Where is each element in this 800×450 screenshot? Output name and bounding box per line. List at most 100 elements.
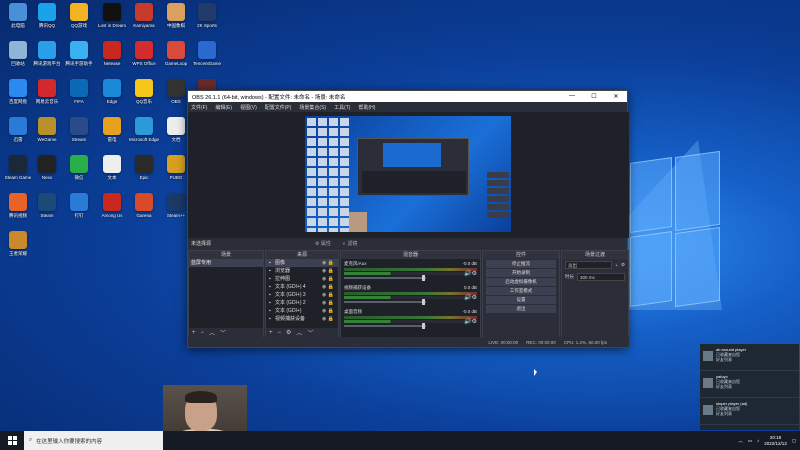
- add-icon[interactable]: +: [269, 330, 273, 336]
- control-button[interactable]: 停止推流: [486, 260, 556, 268]
- desktop-icon[interactable]: 中国象棋: [161, 3, 191, 41]
- desktop-icon[interactable]: Stream: [64, 117, 94, 155]
- visibility-lock-icon[interactable]: ◉ 🔒: [322, 307, 334, 315]
- desktop-icon[interactable]: 王者荣耀: [3, 231, 33, 269]
- transition-select[interactable]: 淡出: [565, 261, 613, 269]
- desktop-icon[interactable]: 腾讯QQ: [32, 3, 62, 41]
- desktop-icon[interactable]: Lost in Dream: [97, 3, 127, 41]
- visibility-lock-icon[interactable]: ◉ 🔒: [322, 267, 334, 275]
- source-item[interactable]: ▪ 文本 (GDI+) 3 ◉ 🔒: [266, 291, 338, 299]
- desktop-icon[interactable]: Garena: [129, 193, 159, 231]
- taskbar-search[interactable]: ⌕ 在这里输入你要搜索的内容: [24, 431, 163, 450]
- menu-scene-collection[interactable]: 场景集合(S): [299, 104, 326, 111]
- desktop-icon[interactable]: 2K Sports: [192, 3, 222, 41]
- close-icon[interactable]: ✕: [605, 93, 627, 100]
- menu-tools[interactable]: 工具(T): [334, 104, 350, 111]
- source-item[interactable]: ▪ 文本 (GDI+) 4 ◉ 🔒: [266, 283, 338, 291]
- desktop-icon[interactable]: 百度网盘: [3, 79, 33, 117]
- desktop-icon[interactable]: WPS Office: [129, 41, 159, 79]
- desktop-icon[interactable]: 回收站: [3, 41, 33, 79]
- up-icon[interactable]: ︿: [296, 328, 302, 337]
- menu-file[interactable]: 文件(F): [191, 104, 207, 111]
- source-item[interactable]: ▪ 视频捕获设备 ◉ 🔒: [266, 315, 338, 323]
- network-icon[interactable]: ▭: [748, 438, 752, 444]
- scene-item[interactable]: 蓝屏专用: [189, 259, 263, 267]
- control-button[interactable]: 开始录制: [486, 269, 556, 277]
- speaker-gear-icon[interactable]: 🔊⚙: [464, 294, 477, 301]
- desktop-icon[interactable]: QQ游戏: [64, 3, 94, 41]
- desktop-icon[interactable]: 钉钉: [64, 193, 94, 231]
- menu-edit[interactable]: 编辑(E): [215, 104, 232, 111]
- desktop-icon[interactable]: TencentGame: [192, 41, 222, 79]
- notification-center-icon[interactable]: ▢: [792, 438, 796, 444]
- desktop-icon[interactable]: 文本: [97, 155, 127, 193]
- desktop-icon[interactable]: Steam: [32, 193, 62, 231]
- desktop-icon[interactable]: WeGame: [32, 117, 62, 155]
- control-button[interactable]: 设置: [486, 296, 556, 304]
- duration-input[interactable]: 300 ms: [577, 273, 625, 281]
- minimize-icon[interactable]: —: [561, 93, 583, 100]
- desktop-icon[interactable]: Microsoft Edge: [129, 117, 159, 155]
- desktop-icon[interactable]: 雷电: [97, 117, 127, 155]
- desktop-icon[interactable]: FIFA: [64, 79, 94, 117]
- notification-item[interactable]: ab around player 已收藏来自您 好友列表: [700, 344, 799, 371]
- visibility-lock-icon[interactable]: ◉ 🔒: [322, 315, 334, 323]
- add-icon[interactable]: +: [192, 330, 196, 336]
- source-item[interactable]: ▪ 文本 (GDI+) ◉ 🔒: [266, 307, 338, 315]
- desktop-icon[interactable]: 迅雷: [3, 117, 33, 155]
- control-button[interactable]: 工作室模式: [486, 287, 556, 295]
- desktop-icon[interactable]: 此电脑: [3, 3, 33, 41]
- source-item[interactable]: ▪ 浏览器 ◉ 🔒: [266, 267, 338, 275]
- speaker-gear-icon[interactable]: 🔊⚙: [464, 270, 477, 277]
- desktop-icon[interactable]: GameLoop: [161, 41, 191, 79]
- desktop-icon[interactable]: Nexx: [32, 155, 62, 193]
- clock[interactable]: 20:18 2022/12/13: [764, 435, 787, 447]
- desktop-icon[interactable]: 网易云音乐: [32, 79, 62, 117]
- preview-canvas[interactable]: [305, 116, 511, 232]
- remove-icon[interactable]: −: [201, 330, 205, 336]
- down-icon[interactable]: ﹀: [307, 328, 313, 337]
- desktop-icon[interactable]: Epic: [129, 155, 159, 193]
- desktop-icon[interactable]: 腾讯手游助手: [64, 41, 94, 79]
- menu-view[interactable]: 视图(V): [240, 104, 257, 111]
- visibility-lock-icon[interactable]: ◉ 🔒: [322, 283, 334, 291]
- visibility-lock-icon[interactable]: ◉ 🔒: [322, 275, 334, 283]
- volume-icon[interactable]: ♪: [757, 438, 759, 443]
- source-item[interactable]: ▪ 拉伸图 ◉ 🔒: [266, 275, 338, 283]
- up-icon[interactable]: ︿: [209, 328, 215, 337]
- notification-item[interactable]: yatoyo 已收藏来自您 好友列表: [700, 371, 799, 398]
- source-item[interactable]: ▪ 图像 ◉ 🔒: [266, 259, 338, 267]
- desktop-icon[interactable]: Netease: [97, 41, 127, 79]
- desktop-icon[interactable]: Kamiyama: [129, 3, 159, 41]
- desktop-icon[interactable]: Edge: [97, 79, 127, 117]
- menu-profile[interactable]: 配置文件(P): [265, 104, 292, 111]
- desktop-icon[interactable]: 腾讯游戏平台: [32, 41, 62, 79]
- properties-button[interactable]: ⚙ 属性: [315, 240, 331, 247]
- desktop-icon[interactable]: Steam Game: [3, 155, 33, 193]
- desktop-icon[interactable]: 微信: [64, 155, 94, 193]
- volume-slider-handle[interactable]: [422, 323, 425, 329]
- chevron-up-icon[interactable]: ︿: [738, 438, 743, 444]
- obs-window[interactable]: OBS 26.1.1 (64-bit, windows) - 配置文件: 未命名…: [187, 90, 629, 348]
- desktop-icon[interactable]: 腾讯视频: [3, 193, 33, 231]
- visibility-lock-icon[interactable]: ◉ 🔒: [322, 291, 334, 299]
- maximize-icon[interactable]: ☐: [583, 93, 605, 100]
- menu-help[interactable]: 帮助(H): [358, 104, 375, 111]
- source-item[interactable]: ▪ 文本 (GDI+) 2 ◉ 🔒: [266, 299, 338, 307]
- start-button[interactable]: [0, 431, 24, 450]
- plus-icon[interactable]: +: [615, 263, 618, 268]
- desktop-icon[interactable]: Among Us: [97, 193, 127, 231]
- speaker-gear-icon[interactable]: 🔊⚙: [464, 318, 477, 325]
- volume-slider[interactable]: [344, 299, 426, 305]
- desktop-icon[interactable]: QQ音乐: [129, 79, 159, 117]
- volume-slider[interactable]: [344, 275, 426, 281]
- filters-button[interactable]: ◐ 滤镜: [343, 240, 357, 247]
- volume-slider[interactable]: [344, 323, 426, 329]
- visibility-lock-icon[interactable]: ◉ 🔒: [322, 259, 334, 267]
- gear-icon[interactable]: ⚙: [286, 329, 291, 336]
- control-button[interactable]: 启动虚拟摄像机: [486, 278, 556, 286]
- control-button[interactable]: 退出: [486, 305, 556, 313]
- volume-slider-handle[interactable]: [422, 275, 425, 281]
- gear-icon[interactable]: ⚙: [621, 262, 625, 268]
- notification-item[interactable]: stoper player (ad) 已收藏来自您 好友列表: [700, 398, 799, 425]
